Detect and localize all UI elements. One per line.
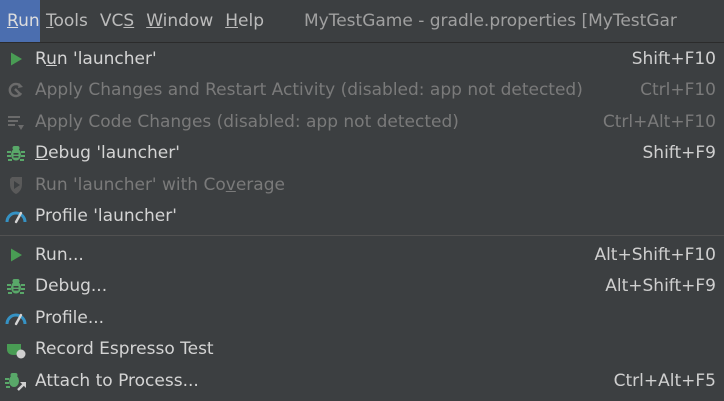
apply-changes-restart-icon xyxy=(5,79,27,101)
menu-item-profile-launcher[interactable]: Profile 'launcher' xyxy=(0,201,724,233)
menu-item-label: Run 'launcher' xyxy=(35,48,157,69)
menu-item-shortcut: Ctrl+Alt+F5 xyxy=(613,370,716,391)
menu-item-label: Debug 'launcher' xyxy=(35,143,180,164)
run-icon xyxy=(5,48,27,70)
menu-bar: Run Tools VCS Window Help MyTestGame - g… xyxy=(0,0,724,43)
menu-separator xyxy=(0,235,724,236)
menu-window[interactable]: Window xyxy=(140,0,219,42)
coverage-icon xyxy=(5,174,27,196)
menu-help[interactable]: Help xyxy=(219,0,270,42)
menu-item-apply-changes-and-restart-activity-disab: Apply Changes and Restart Activity (disa… xyxy=(0,75,724,107)
menu-item-debug[interactable]: Debug... Alt+Shift+F9 xyxy=(0,271,724,303)
menu-vcs[interactable]: VCS xyxy=(94,0,140,42)
record-espresso-icon xyxy=(5,338,27,360)
menu-item-label: Profile 'launcher' xyxy=(35,206,177,227)
menu-item-run[interactable]: Run... Alt+Shift+F10 xyxy=(0,239,724,271)
menu-item-shortcut: Ctrl+Alt+F10 xyxy=(602,111,716,132)
menu-vcs-label: VCS xyxy=(99,11,135,31)
menu-item-debug-launcher[interactable]: Debug 'launcher' Shift+F9 xyxy=(0,138,724,170)
debug-icon xyxy=(5,275,27,297)
menu-help-label: Help xyxy=(225,11,264,31)
run-menu-group-1: Run 'launcher' Shift+F10 Apply Changes and… xyxy=(0,43,724,232)
menu-item-label: Attach to Process... xyxy=(35,370,199,391)
menu-run[interactable]: Run xyxy=(0,0,40,42)
menu-item-shortcut: Alt+Shift+F9 xyxy=(605,276,716,297)
profile-icon xyxy=(5,205,27,227)
menu-item-shortcut: Ctrl+F10 xyxy=(640,80,716,101)
run-icon xyxy=(5,244,27,266)
profile-icon xyxy=(5,307,27,329)
run-menu-group-2: Run... Alt+Shift+F10 Debug... Alt+Shift+F9 P… xyxy=(0,239,724,397)
menu-item-label: Debug... xyxy=(35,276,108,297)
menu-item-label: Apply Changes and Restart Activity (disa… xyxy=(35,80,583,101)
menu-item-shortcut: Shift+F9 xyxy=(642,143,716,164)
menu-item-profile[interactable]: Profile... xyxy=(0,302,724,334)
menu-item-run-launcher[interactable]: Run 'launcher' Shift+F10 xyxy=(0,43,724,75)
menu-item-label: Record Espresso Test xyxy=(35,339,214,360)
menu-item-label: Run... xyxy=(35,244,84,265)
run-dropdown-menu: Run 'launcher' Shift+F10 Apply Changes and… xyxy=(0,43,724,401)
menu-run-label: Run xyxy=(7,11,40,31)
menu-item-shortcut: Shift+F10 xyxy=(631,48,716,69)
menu-item-label: Run 'launcher' with Coverage xyxy=(35,174,285,195)
menu-tools-label: Tools xyxy=(46,11,88,31)
menu-tools[interactable]: Tools xyxy=(40,0,94,42)
menu-window-label: Window xyxy=(146,11,214,31)
menu-item-run-launcher-with-coverage: Run 'launcher' with Coverage xyxy=(0,169,724,201)
attach-process-icon xyxy=(5,370,27,392)
menu-item-apply-code-changes-disabled-app-not-dete: Apply Code Changes (disabled: app not de… xyxy=(0,106,724,138)
menu-item-label: Apply Code Changes (disabled: app not de… xyxy=(35,111,459,132)
debug-icon xyxy=(5,142,27,164)
window-title: MyTestGame - gradle.properties [MyTestGa… xyxy=(304,11,677,31)
menu-item-record-espresso-test[interactable]: Record Espresso Test xyxy=(0,334,724,366)
menu-item-label: Profile... xyxy=(35,307,105,328)
menu-item-shortcut: Alt+Shift+F10 xyxy=(594,244,716,265)
apply-code-changes-icon xyxy=(5,111,27,133)
menu-item-attach-to-process[interactable]: Attach to Process... Ctrl+Alt+F5 xyxy=(0,365,724,397)
